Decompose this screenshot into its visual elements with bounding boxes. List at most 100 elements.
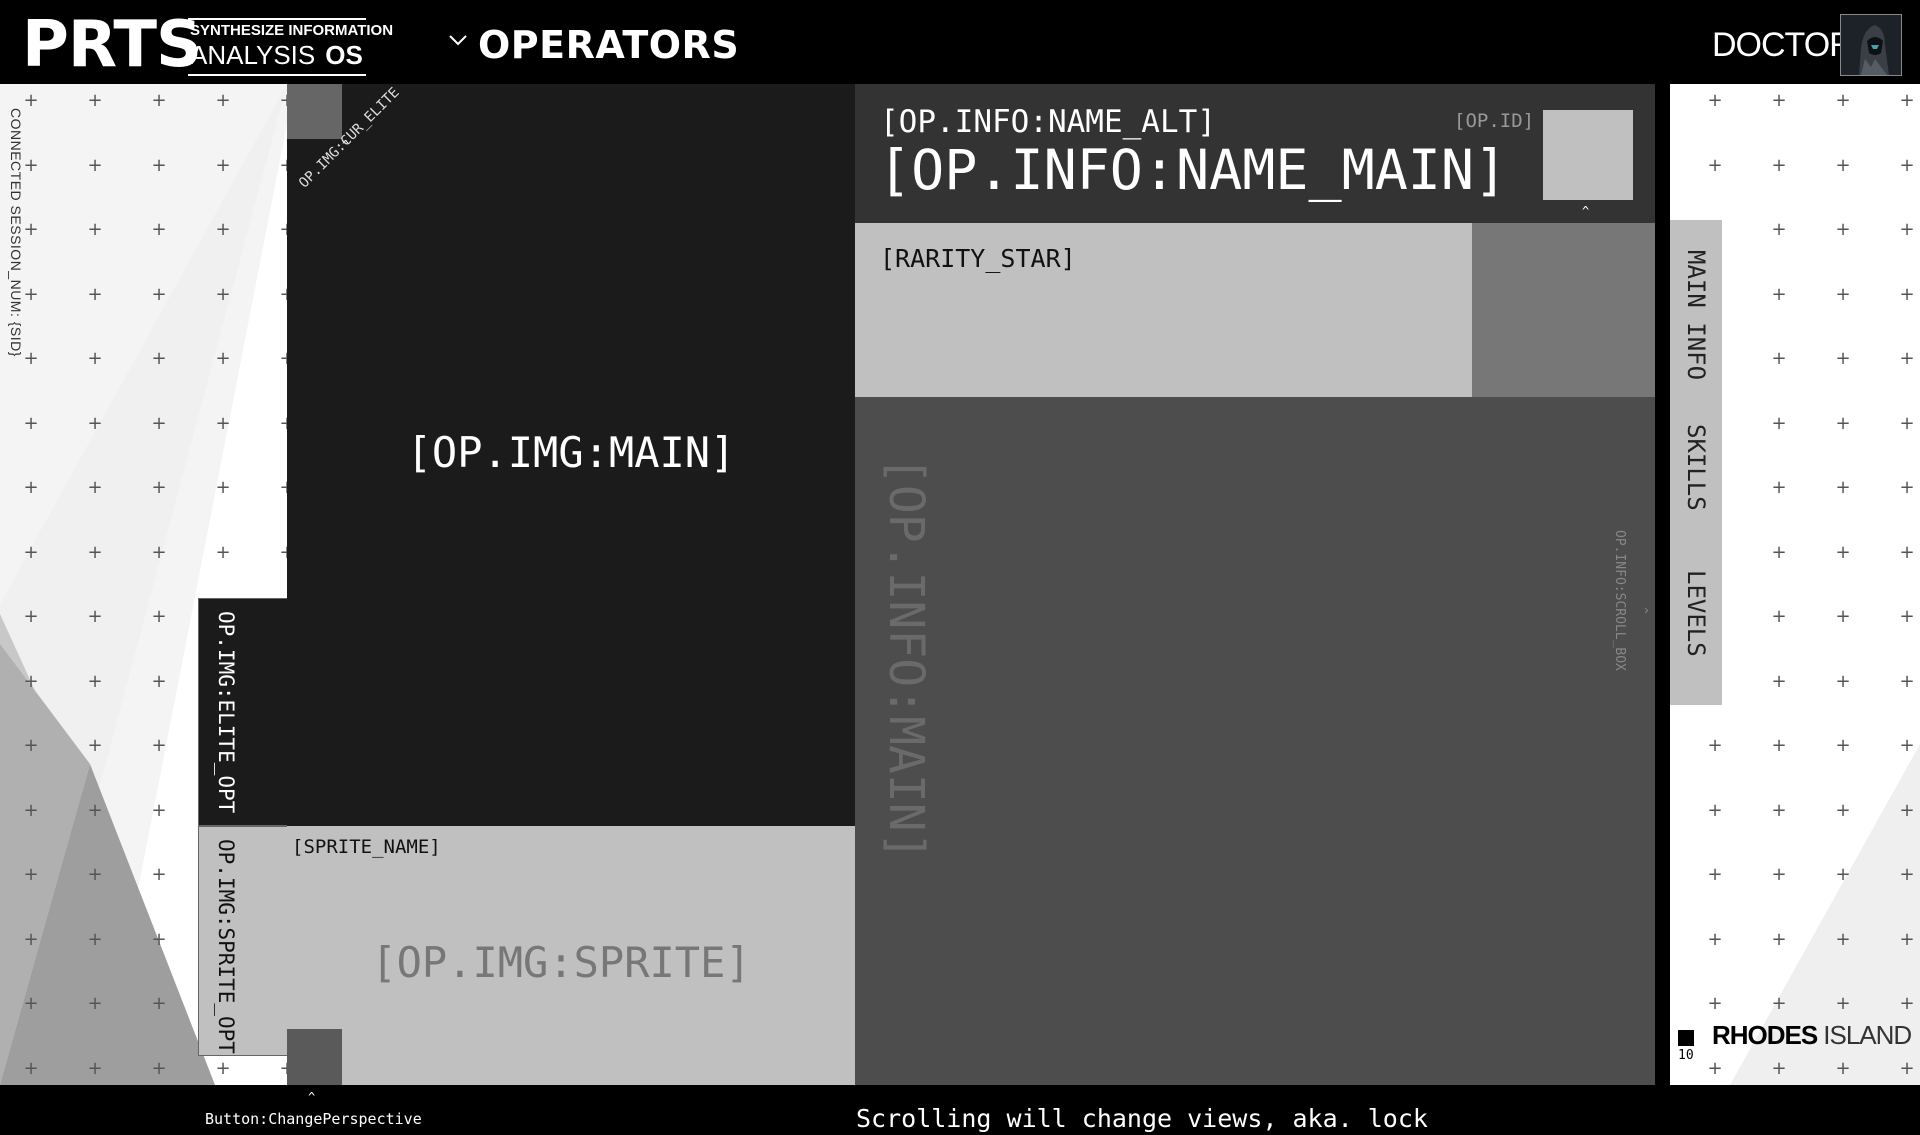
sprite-option-label: OP.IMG:SPRITE_OPT bbox=[214, 839, 238, 1054]
plus-mark: + bbox=[23, 928, 39, 950]
plus-mark: + bbox=[151, 477, 167, 498]
plus-mark: + bbox=[1771, 1057, 1787, 1079]
plus-mark: + bbox=[87, 412, 103, 434]
plus-mark: + bbox=[23, 993, 39, 1014]
plus-mark: + bbox=[1835, 864, 1851, 885]
plus-mark: + bbox=[1899, 412, 1915, 434]
plus-mark: + bbox=[1707, 799, 1723, 821]
plus-mark: + bbox=[1899, 154, 1915, 176]
elite-option-button[interactable]: OP.IMG:ELITE_OPT bbox=[198, 598, 288, 826]
plus-mark: + bbox=[87, 283, 103, 305]
plus-mark: + bbox=[151, 799, 167, 821]
plus-mark: + bbox=[23, 670, 39, 692]
current-elite-indicator[interactable] bbox=[287, 84, 342, 139]
plus-mark: + bbox=[215, 1057, 231, 1079]
plus-mark: + bbox=[1771, 90, 1787, 111]
plus-mark: + bbox=[151, 219, 167, 240]
plus-mark: + bbox=[1899, 283, 1915, 305]
plus-mark: + bbox=[1771, 219, 1787, 240]
caret-up-icon: ^ bbox=[308, 1090, 316, 1104]
plus-mark: + bbox=[278, 350, 287, 368]
tab-main-info[interactable]: MAIN INFO bbox=[1670, 250, 1722, 380]
plus-mark: + bbox=[1707, 993, 1723, 1014]
plus-mark: + bbox=[1707, 864, 1723, 885]
plus-mark: + bbox=[215, 477, 231, 498]
ri-number: 10 bbox=[1678, 1048, 1694, 1063]
rarity-side-block bbox=[1472, 223, 1655, 397]
main-image-placeholder: [OP.IMG:MAIN] bbox=[406, 428, 736, 477]
plus-mark: + bbox=[1899, 541, 1915, 563]
plus-mark: + bbox=[1899, 864, 1915, 885]
plus-mark: + bbox=[1707, 1057, 1723, 1079]
plus-mark: + bbox=[215, 412, 231, 434]
side-tab-bar: MAIN INFO SKILLS LEVELS bbox=[1670, 220, 1722, 705]
avatar-icon bbox=[1841, 15, 1901, 75]
change-perspective-label: Button:ChangePerspective bbox=[205, 1110, 422, 1128]
plus-mark: + bbox=[1835, 154, 1851, 176]
plus-mark: + bbox=[87, 219, 103, 240]
plus-mark: + bbox=[1771, 993, 1787, 1014]
plus-mark: + bbox=[23, 864, 39, 885]
change-perspective-button[interactable] bbox=[287, 1029, 342, 1085]
plus-mark: + bbox=[215, 283, 231, 305]
operator-info-scroll-box[interactable] bbox=[855, 397, 1655, 1085]
plus-mark: + bbox=[1835, 412, 1851, 434]
plus-mark: + bbox=[1835, 283, 1851, 305]
plus-mark: + bbox=[1835, 348, 1851, 369]
plus-mark: + bbox=[151, 670, 167, 692]
plus-mark: + bbox=[278, 285, 287, 304]
plus-mark: + bbox=[23, 283, 39, 305]
plus-mark: + bbox=[87, 799, 103, 821]
plus-mark: + bbox=[1707, 90, 1723, 111]
plus-mark: + bbox=[1835, 735, 1851, 756]
tab-skills[interactable]: SKILLS bbox=[1670, 424, 1722, 511]
rhodes-island-logo: RHODES ISLAND bbox=[1712, 1020, 1912, 1051]
plus-mark: + bbox=[278, 1059, 287, 1078]
plus-mark: + bbox=[1707, 928, 1723, 950]
section-dropdown[interactable]: OPERATORS bbox=[478, 22, 739, 68]
plus-mark: + bbox=[278, 479, 287, 497]
plus-mark: + bbox=[151, 735, 167, 756]
rarity-stars: [RARITY_STAR] bbox=[880, 244, 1076, 273]
rhodes-island-square-icon bbox=[1678, 1030, 1694, 1046]
operator-name-alt: [OP.INFO:NAME_ALT] bbox=[880, 104, 1216, 140]
operator-name-main: [OP.INFO:NAME_MAIN] bbox=[878, 138, 1508, 202]
plus-mark: + bbox=[1771, 606, 1787, 627]
plus-mark: + bbox=[87, 477, 103, 498]
plus-mark: + bbox=[1771, 348, 1787, 369]
plus-mark: + bbox=[1771, 283, 1787, 305]
plus-mark: + bbox=[1771, 541, 1787, 563]
chevron-down-icon[interactable] bbox=[446, 28, 470, 52]
plus-mark: + bbox=[1835, 670, 1851, 692]
avatar[interactable] bbox=[1840, 14, 1902, 76]
plus-mark: + bbox=[1899, 928, 1915, 950]
plus-mark: + bbox=[151, 154, 167, 176]
plus-mark: + bbox=[87, 735, 103, 756]
logo-subtitle: SYNTHESIZE INFORMATION bbox=[190, 22, 394, 39]
plus-mark: + bbox=[215, 90, 231, 111]
tab-levels[interactable]: LEVELS bbox=[1670, 570, 1722, 657]
plus-mark: + bbox=[1899, 219, 1915, 240]
plus-mark: + bbox=[151, 928, 167, 950]
ri-bold: RHODES bbox=[1712, 1020, 1818, 1050]
logo-os: OS bbox=[325, 40, 363, 70]
plus-mark: + bbox=[151, 412, 167, 434]
plus-mark: + bbox=[151, 1057, 167, 1079]
plus-mark: + bbox=[23, 735, 39, 756]
plus-mark: + bbox=[87, 670, 103, 692]
ri-light: ISLAND bbox=[1823, 1020, 1912, 1050]
plus-mark: + bbox=[1835, 1057, 1851, 1079]
plus-mark: + bbox=[87, 928, 103, 950]
plus-mark: + bbox=[151, 993, 167, 1014]
plus-mark: + bbox=[278, 221, 287, 239]
sprite-option-button[interactable]: OP.IMG:SPRITE_OPT bbox=[198, 826, 288, 1056]
plus-mark: + bbox=[23, 1057, 39, 1079]
plus-mark: + bbox=[1771, 735, 1787, 756]
plus-mark: + bbox=[215, 541, 231, 563]
plus-mark: + bbox=[1771, 928, 1787, 950]
plus-mark: + bbox=[23, 219, 39, 240]
sprite-name: [SPRITE_NAME] bbox=[292, 836, 441, 858]
plus-mark: + bbox=[1899, 993, 1915, 1014]
plus-mark: + bbox=[87, 993, 103, 1014]
plus-mark: + bbox=[1835, 928, 1851, 950]
